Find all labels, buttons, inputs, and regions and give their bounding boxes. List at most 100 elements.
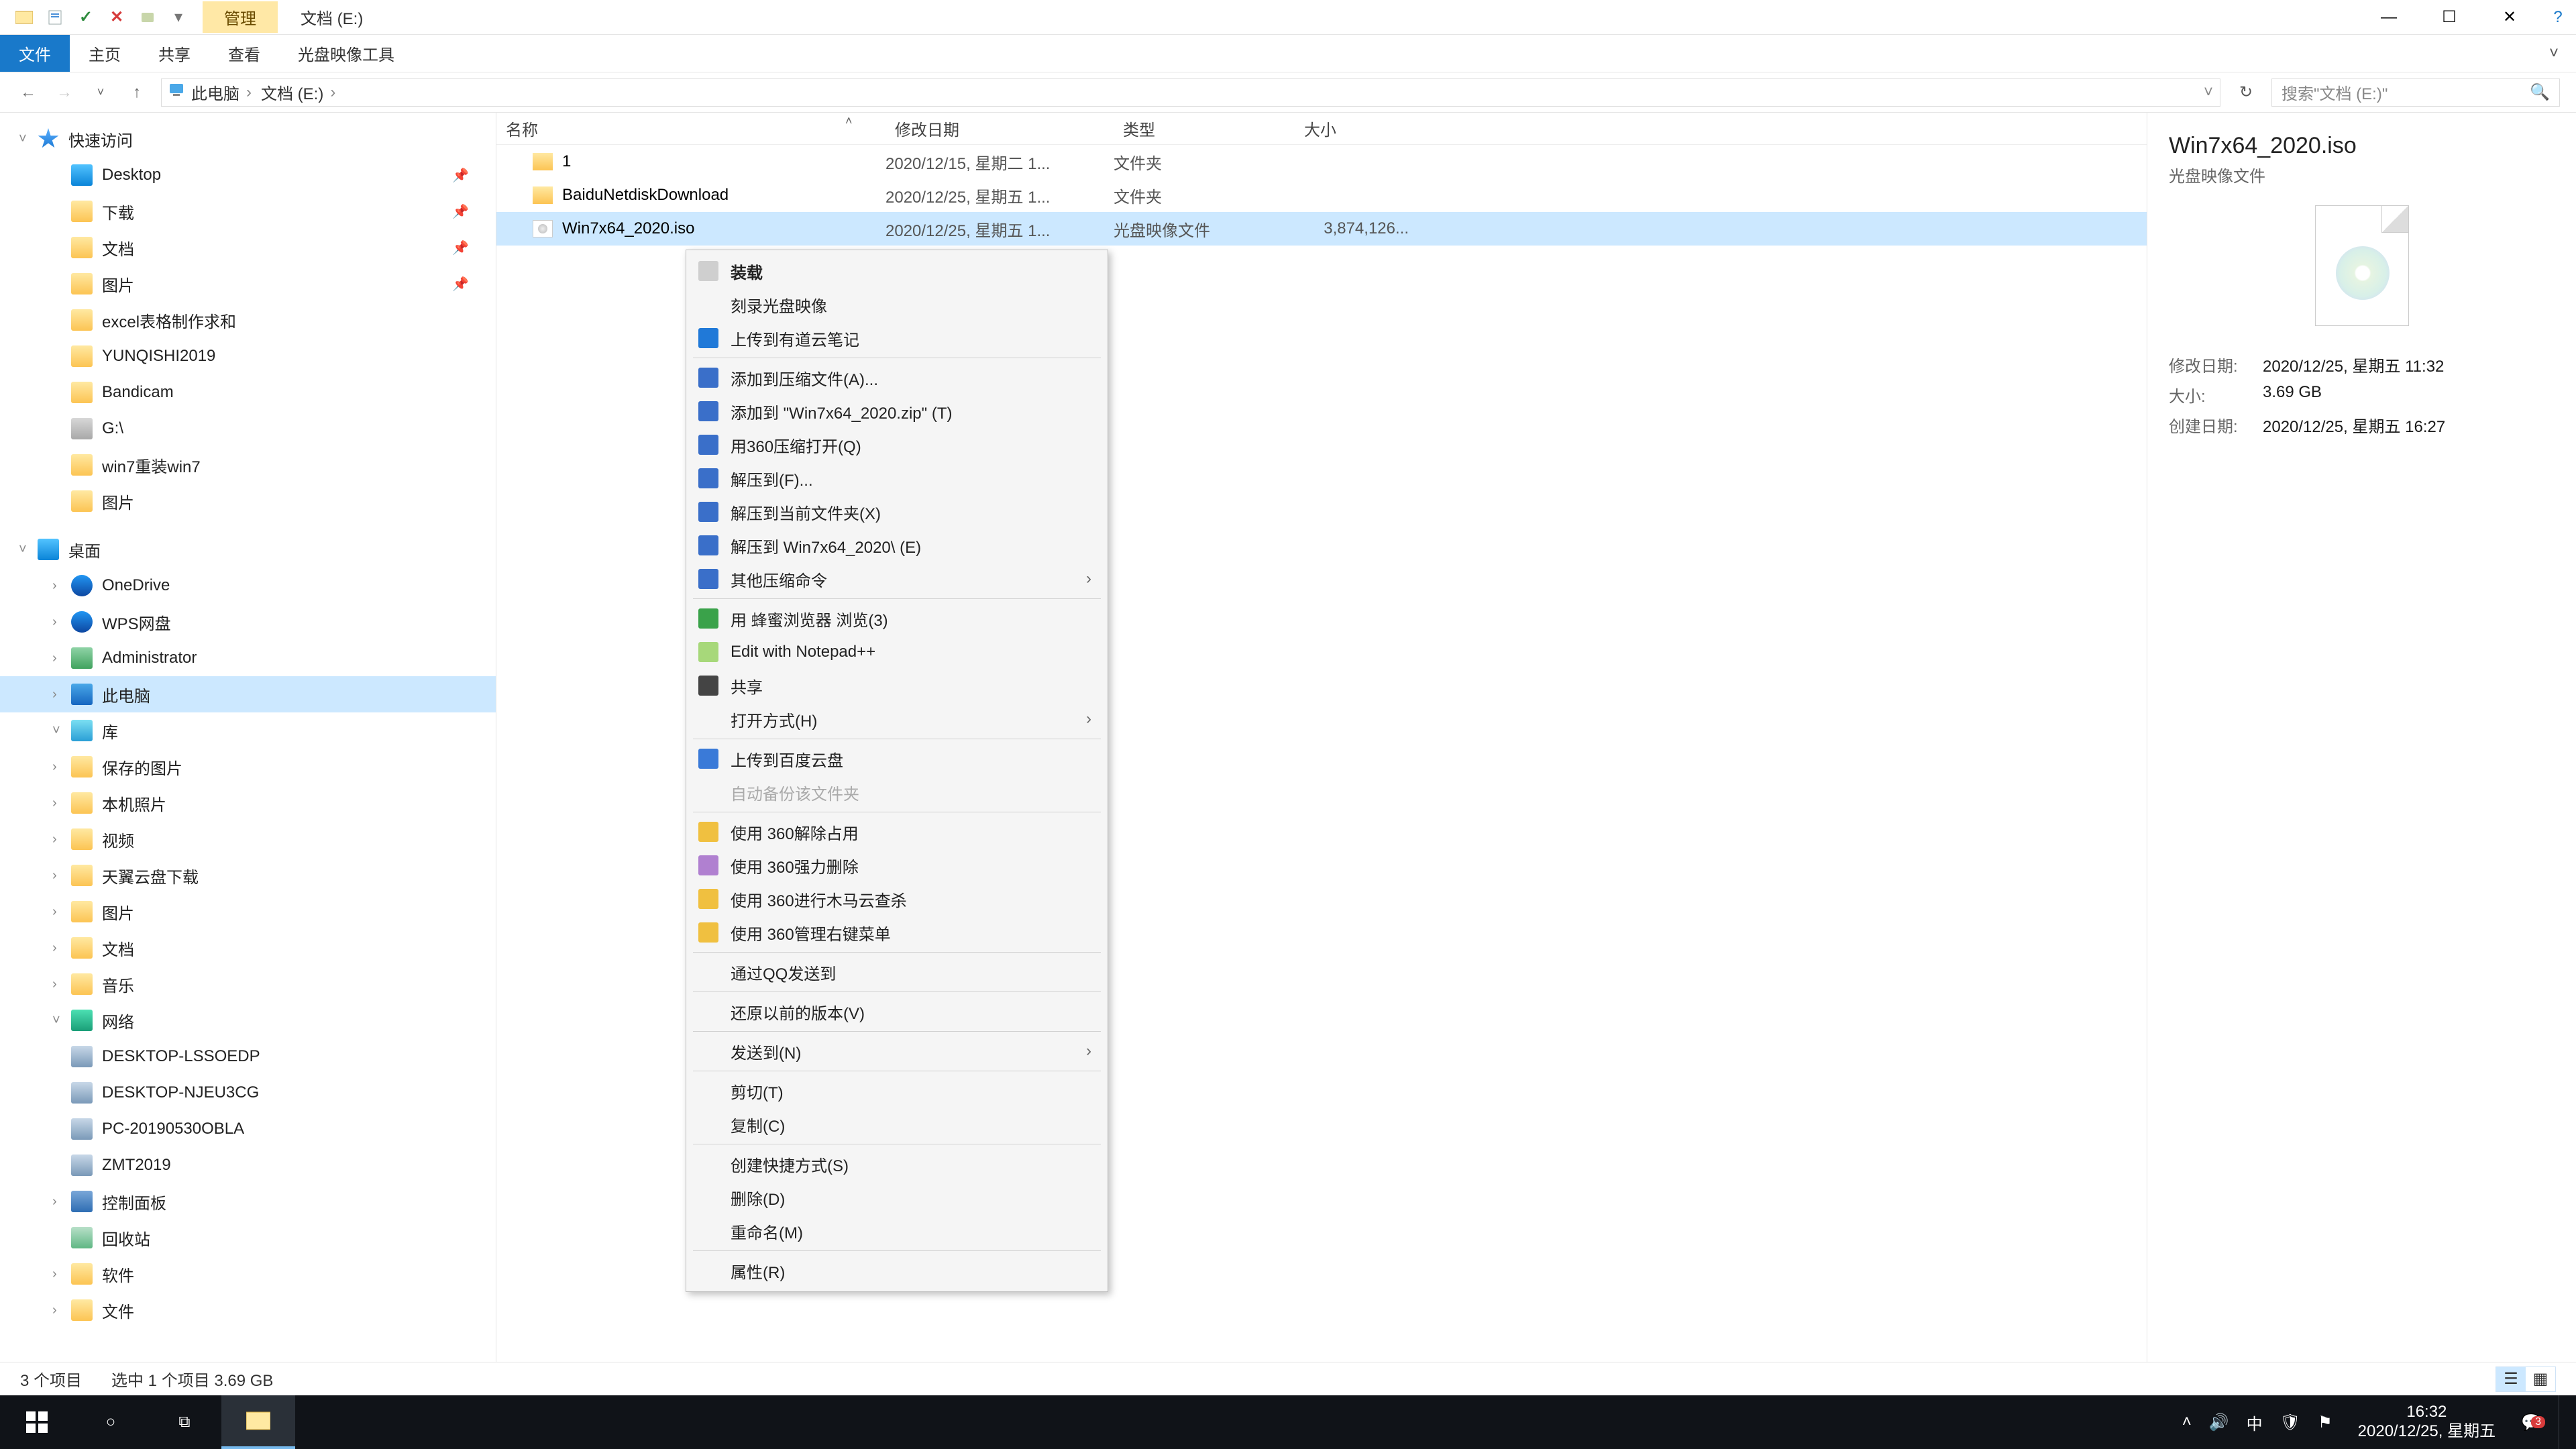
nav-item[interactable]: ›OneDrive [0,568,496,604]
menu-item[interactable]: 添加到 "Win7x64_2020.zip" (T) [688,394,1106,428]
qat-check-icon[interactable]: ✓ [75,7,97,28]
nav-item[interactable]: Bandicam [0,374,496,411]
menu-item[interactable]: 解压到(F)... [688,462,1106,495]
menu-item[interactable]: 删除(D) [688,1181,1106,1214]
nav-item[interactable]: ›音乐 [0,966,496,1002]
start-button[interactable] [0,1395,74,1449]
expand-icon[interactable]: › [52,796,57,811]
col-type[interactable]: 类型 [1114,117,1295,140]
nav-item[interactable]: 文档📌 [0,229,496,266]
breadcrumb-seg-0[interactable]: 此电脑 [189,80,254,104]
view-details-icon[interactable]: ☰ [2496,1367,2526,1391]
nav-recent-dropdown[interactable]: ˅ [89,80,113,105]
col-date[interactable]: 修改日期 [885,117,1114,140]
search-button[interactable]: ○ [74,1395,148,1449]
nav-item[interactable]: PC-20190530OBLA [0,1111,496,1147]
nav-item[interactable]: DESKTOP-NJEU3CG [0,1075,496,1111]
tray-flag-icon[interactable]: ⚑ [2318,1413,2332,1432]
nav-item[interactable]: ›视频 [0,821,496,857]
menu-item[interactable]: 通过QQ发送到 [688,955,1106,989]
expand-icon[interactable]: › [52,868,57,883]
menu-item[interactable]: 创建快捷方式(S) [688,1147,1106,1181]
nav-item[interactable]: DESKTOP-LSSOEDP [0,1038,496,1075]
nav-item[interactable]: ›控制面板 [0,1183,496,1220]
menu-item[interactable]: 重命名(M) [688,1214,1106,1248]
show-desktop[interactable] [2559,1395,2567,1449]
nav-item[interactable]: ›保存的图片 [0,749,496,785]
menu-item[interactable]: 其他压缩命令› [688,562,1106,596]
nav-up[interactable]: ↑ [125,80,149,105]
qat-delete-icon[interactable]: ✕ [106,7,127,28]
contextual-tab[interactable]: 管理 [203,1,278,33]
expand-icon[interactable]: › [52,832,57,847]
expand-icon[interactable]: ˅ [19,542,27,557]
menu-item[interactable]: 打开方式(H)› [688,702,1106,736]
nav-item[interactable]: excel表格制作求和 [0,302,496,338]
menu-item[interactable]: 发送到(N)› [688,1034,1106,1068]
expand-icon[interactable]: › [52,941,57,956]
menu-item[interactable]: 刻录光盘映像 [688,288,1106,321]
nav-item[interactable]: ›图片 [0,894,496,930]
refresh-button[interactable]: ↻ [2233,83,2259,102]
nav-item[interactable]: Desktop📌 [0,157,496,193]
nav-item[interactable]: ›此电脑 [0,676,496,712]
tab-disc-tools[interactable]: 光盘映像工具 [279,35,413,72]
nav-item[interactable]: 回收站 [0,1220,496,1256]
maximize-button[interactable]: ☐ [2419,0,2479,35]
menu-item[interactable]: 用 蜂蜜浏览器 浏览(3) [688,602,1106,635]
expand-icon[interactable]: › [52,614,57,630]
taskview-button[interactable]: ⧉ [148,1395,221,1449]
nav-item[interactable]: ˅桌面 [0,531,496,568]
qat-dropdown-icon[interactable]: ▾ [168,7,189,28]
close-button[interactable]: ✕ [2479,0,2540,35]
tab-home[interactable]: 主页 [70,35,140,72]
nav-item[interactable]: ˅库 [0,712,496,749]
menu-item[interactable]: 上传到百度云盘 [688,742,1106,775]
tab-file[interactable]: 文件 [0,35,70,72]
menu-item[interactable]: 使用 360管理右键菜单 [688,916,1106,949]
ribbon-expand-icon[interactable]: ˅ [2532,35,2576,72]
menu-item[interactable]: 复制(C) [688,1108,1106,1141]
menu-item[interactable]: 装载 [688,254,1106,288]
nav-item[interactable]: 图片📌 [0,266,496,302]
menu-item[interactable]: 还原以前的版本(V) [688,995,1106,1028]
nav-item[interactable]: 下载📌 [0,193,496,229]
action-center-icon[interactable]: 💬 [2521,1413,2541,1432]
file-row[interactable]: 12020/12/15, 星期二 1...文件夹 [496,145,2147,178]
tray-overflow-icon[interactable]: ˄ [2182,1413,2192,1432]
menu-item[interactable]: 解压到 Win7x64_2020\ (E) [688,529,1106,562]
expand-icon[interactable]: › [52,651,57,666]
expand-icon[interactable]: › [52,759,57,775]
col-name[interactable]: 名称˄ [496,117,885,140]
expand-icon[interactable]: ˅ [19,131,27,147]
qat-new-icon[interactable] [137,7,158,28]
nav-forward[interactable]: → [52,80,76,105]
minimize-button[interactable]: — [2359,0,2419,35]
qat-docs-icon[interactable] [44,7,66,28]
nav-item[interactable]: ›文件 [0,1292,496,1328]
clock[interactable]: 16:32 2020/12/25, 星期五 [2350,1403,2504,1442]
nav-back[interactable]: ← [16,80,40,105]
expand-icon[interactable]: ˅ [52,1013,60,1028]
nav-item[interactable]: ›本机照片 [0,785,496,821]
menu-item[interactable]: Edit with Notepad++ [688,635,1106,669]
expand-icon[interactable]: › [52,1267,57,1282]
view-large-icon[interactable]: ▦ [2526,1367,2555,1391]
nav-item[interactable]: G:\ [0,411,496,447]
search-input[interactable]: 搜索"文档 (E:)" 🔍 [2271,78,2560,107]
nav-item[interactable]: ZMT2019 [0,1147,496,1183]
expand-icon[interactable]: › [52,578,57,594]
ime-indicator[interactable]: 中 [2247,1411,2263,1434]
nav-item[interactable]: YUNQISHI2019 [0,338,496,374]
expand-icon[interactable]: › [52,977,57,992]
menu-item[interactable]: 解压到当前文件夹(X) [688,495,1106,529]
nav-item[interactable]: ˅网络 [0,1002,496,1038]
search-icon[interactable]: 🔍 [2530,83,2550,102]
menu-item[interactable]: 属性(R) [688,1254,1106,1287]
nav-item[interactable]: ˅快速访问 [0,121,496,157]
nav-item[interactable]: ›文档 [0,930,496,966]
nav-item[interactable]: win7重装win7 [0,447,496,483]
expand-icon[interactable]: › [52,1194,57,1210]
menu-item[interactable]: 使用 360进行木马云查杀 [688,882,1106,916]
menu-item[interactable]: 添加到压缩文件(A)... [688,361,1106,394]
